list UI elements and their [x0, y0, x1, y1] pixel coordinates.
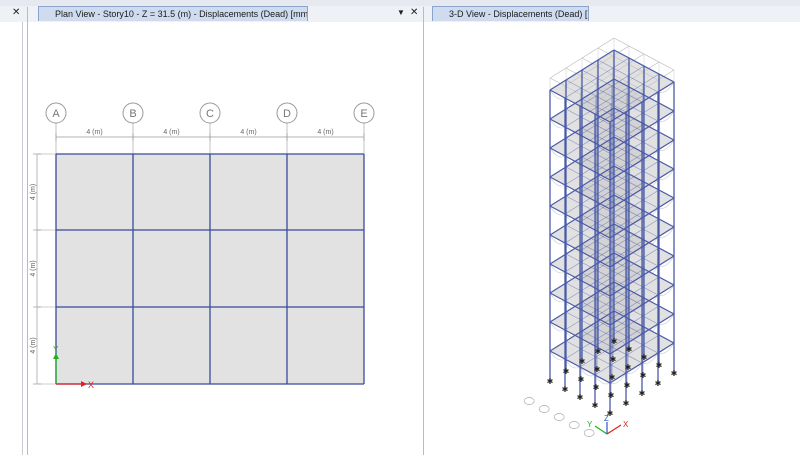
support-icon: ✱ — [593, 383, 600, 392]
dimension-label-x: 4 (m) — [163, 129, 179, 136]
plan-axis-x-label: X — [88, 380, 94, 390]
grid-bubble-label: D — [283, 108, 291, 120]
dimension-label-y: 4 (m) — [30, 184, 37, 200]
support-icon: ✱ — [624, 381, 631, 390]
dimension-label-x: 4 (m) — [240, 129, 256, 136]
triad-x-line — [606, 424, 622, 435]
support-icon: ✱ — [562, 385, 569, 394]
support-icon: ✱ — [608, 391, 615, 400]
support-icon: ✱ — [578, 375, 585, 384]
plan-view-canvas[interactable]: A B C D E 4 (m) 4 (m) 4 (m) 4 (m) 4 (m) 4 (m) 4 (m)… — [28, 22, 423, 455]
three-d-view-tab[interactable]: 3-D View - Displacements (Dead) [mm] — [432, 6, 589, 21]
plan-view-tab[interactable]: Plan View - Story10 - Z = 31.5 (m) - Dis… — [38, 6, 308, 21]
dimension-label-x: 4 (m) — [86, 129, 102, 136]
triad-y-label: Y — [587, 420, 593, 429]
grid-bubble-3d — [568, 421, 580, 429]
plan-view-dropdown-icon[interactable]: ▼ — [397, 7, 405, 19]
support-icon: ✱ — [625, 363, 632, 372]
triad-x-label: X — [623, 420, 629, 429]
plan-view-close-icon[interactable]: ✕ — [410, 7, 418, 19]
three-d-view-title: 3-D View - Displacements (Dead) [mm] — [449, 9, 588, 19]
plan-view-title: Plan View - Story10 - Z = 31.5 (m) - Dis… — [55, 9, 308, 19]
support-icon: ✱ — [609, 373, 616, 382]
support-icon: ✱ — [547, 377, 554, 386]
support-icon: ✱ — [640, 371, 647, 380]
support-icon: ✱ — [655, 379, 662, 388]
grid-bubble-label: B — [129, 108, 136, 120]
support-icon: ✱ — [563, 367, 570, 376]
plan-axis-y-label: Y — [53, 345, 59, 354]
support-icon: ✱ — [641, 353, 648, 362]
support-icon: ✱ — [656, 361, 663, 370]
plan-view-drawing: A B C D E 4 (m) 4 (m) 4 (m) 4 (m) 4 (m) 4 (m) 4 (m)… — [30, 102, 375, 390]
grid-bubble-3d — [538, 405, 550, 413]
dimension-label-y: 4 (m) — [30, 337, 37, 353]
support-icon: ✱ — [639, 389, 646, 398]
grid-bubble-3d — [553, 413, 565, 421]
support-icon: ✱ — [611, 337, 618, 346]
left-panel-edge — [22, 22, 23, 455]
support-icon: ✱ — [592, 401, 599, 410]
dimension-label-y: 4 (m) — [30, 260, 37, 276]
triad-y-line — [594, 425, 608, 435]
support-icon: ✱ — [594, 365, 601, 374]
grid-bubble-3d — [523, 397, 535, 405]
dimension-label-x: 4 (m) — [317, 129, 333, 136]
triad-z-label: Z — [604, 414, 609, 423]
left-panel-close-icon[interactable]: ✕ — [12, 7, 20, 19]
support-icon: ✱ — [671, 369, 678, 378]
support-icon: ✱ — [577, 393, 584, 402]
grid-bubble-label: C — [206, 108, 214, 120]
three-d-view-canvas[interactable]: ✱ ✱ ✱ ✱ ✱ ✱ ✱ ✱ ✱ ✱ ✱ ✱ ✱ ✱ ✱ ✱ ✱ ✱ ✱ ✱ ✱ ✱ ✱ ✱ ✱ X Y Z — [424, 22, 800, 455]
grid-bubble-label: A — [52, 108, 60, 120]
support-icon: ✱ — [595, 347, 602, 356]
three-d-view-drawing: ✱✱✱✱✱✱✱✱✱✱✱✱✱✱✱✱✱✱✱✱✱✱✱✱✱XYZ — [523, 37, 678, 437]
grid-bubble-label: E — [360, 108, 367, 120]
grid-bubble-3d — [583, 429, 595, 437]
support-icon: ✱ — [626, 345, 633, 354]
support-icon: ✱ — [610, 355, 617, 364]
support-icon: ✱ — [623, 399, 630, 408]
support-icon: ✱ — [579, 357, 586, 366]
